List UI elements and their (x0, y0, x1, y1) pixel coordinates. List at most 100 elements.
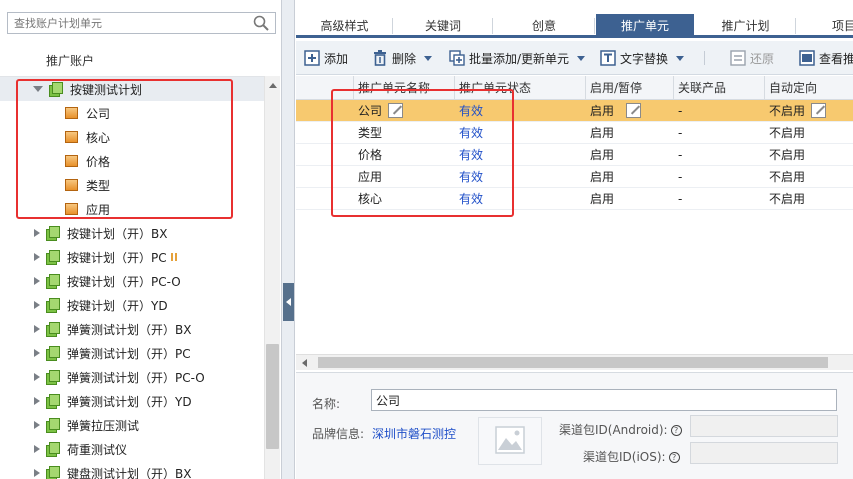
expand-icon[interactable] (34, 325, 40, 333)
tree-plan[interactable]: 按键计划（开）YD (0, 293, 264, 317)
expand-icon[interactable] (34, 373, 40, 381)
grid-row[interactable]: 应用 有效 启用 - 不启用 (296, 166, 853, 188)
scroll-thumb[interactable] (318, 357, 828, 368)
grid-row[interactable]: 公司 有效 启用 - 不启用 (296, 100, 853, 122)
help-icon[interactable]: ? (668, 452, 680, 463)
tree-plan[interactable]: 按键计划（开）PC (0, 245, 264, 269)
cell-unit-name[interactable]: 价格 (354, 144, 382, 166)
tree-plan[interactable]: 弹簧拉压测试 (0, 413, 264, 437)
tree-plan[interactable]: 弹簧测试计划（开）BX (0, 317, 264, 341)
expand-icon[interactable] (34, 469, 40, 477)
tree-plan[interactable]: 按键测试计划 (0, 77, 264, 101)
edit-icon[interactable] (626, 103, 642, 118)
tab-creatives[interactable]: 创意 (493, 14, 595, 38)
add-button[interactable]: 添加 (304, 41, 348, 75)
cell-enable-pause[interactable]: 启用 (586, 166, 614, 188)
cell-unit-name[interactable]: 核心 (354, 188, 382, 210)
edit-icon[interactable] (811, 103, 827, 118)
cell-unit-status[interactable]: 有效 (455, 188, 483, 210)
help-icon[interactable]: ? (670, 425, 682, 436)
view-button[interactable]: 查看推 (799, 41, 853, 75)
tree-plan[interactable]: 按键计划（开）PC-O (0, 269, 264, 293)
header-enable-pause[interactable]: 启用/暂停 (586, 76, 674, 100)
tree-unit[interactable]: 类型 (0, 173, 264, 197)
cell-auto-targeting[interactable]: 不启用 (765, 166, 805, 188)
grid-row[interactable]: 核心 有效 启用 - 不启用 (296, 188, 853, 210)
tree-plan[interactable]: 按键计划（开）BX (0, 221, 264, 245)
panel-splitter[interactable] (282, 0, 295, 479)
chevron-down-icon[interactable] (676, 55, 685, 61)
tree-plan[interactable]: 键盘测试计划（开）BX (0, 461, 264, 479)
tree-vertical-scrollbar[interactable] (264, 76, 280, 479)
expand-icon[interactable] (34, 349, 40, 357)
cell-auto-targeting[interactable]: 不启用 (765, 144, 805, 166)
grid-row[interactable]: 价格 有效 启用 - 不启用 (296, 144, 853, 166)
search-icon[interactable] (253, 15, 269, 31)
expand-icon[interactable] (34, 445, 40, 453)
cell-auto-targeting[interactable]: 不启用 (765, 188, 805, 210)
header-unit-name[interactable]: 推广单元名称 (354, 76, 455, 100)
expand-icon[interactable] (34, 277, 40, 285)
scroll-left-icon[interactable] (302, 359, 307, 367)
brand-image-placeholder[interactable] (478, 417, 542, 465)
brand-link[interactable]: 深圳市磐石测控 (372, 425, 456, 442)
expand-icon[interactable] (34, 421, 40, 429)
edit-icon[interactable] (388, 103, 404, 118)
text-replace-button[interactable]: 文字替换 (600, 41, 685, 75)
collapse-panel-icon[interactable] (283, 283, 294, 321)
tree-plan[interactable]: 弹簧测试计划（开）PC (0, 341, 264, 365)
restore-button[interactable]: 还原 (730, 41, 774, 75)
tree-unit[interactable]: 核心 (0, 125, 264, 149)
header-linked-product[interactable]: 关联产品 (674, 76, 765, 100)
scroll-up-icon[interactable] (269, 83, 277, 88)
cell-unit-name[interactable]: 类型 (354, 122, 382, 144)
cell-unit-status[interactable]: 有效 (455, 144, 483, 166)
grid-row[interactable]: 类型 有效 启用 - 不启用 (296, 122, 853, 144)
tree-unit[interactable]: 价格 (0, 149, 264, 173)
tree-search-box[interactable] (7, 12, 276, 34)
expand-icon[interactable] (34, 253, 40, 261)
tree-label: 弹簧测试计划（开）YD (67, 394, 192, 409)
expand-icon[interactable] (34, 397, 40, 405)
cell-auto-targeting[interactable]: 不启用 (765, 100, 853, 122)
header-auto-targeting[interactable]: 自动定向 (765, 76, 853, 100)
tree-unit[interactable]: 应用 (0, 197, 264, 221)
tab-keywords[interactable]: 关键词 (393, 14, 493, 38)
cell-enable-pause[interactable]: 启用 (586, 144, 614, 166)
cell-linked-product: - (678, 104, 683, 118)
scroll-thumb[interactable] (266, 344, 279, 449)
cell-unit-name[interactable]: 应用 (354, 166, 382, 188)
cell-linked-product: - (678, 126, 683, 140)
tree-plan[interactable]: 荷重测试仪 (0, 437, 264, 461)
cell-unit-status[interactable]: 有效 (455, 122, 483, 144)
grid-horizontal-scrollbar[interactable] (296, 354, 853, 370)
chevron-down-icon[interactable] (577, 55, 586, 61)
expand-icon[interactable] (34, 229, 40, 237)
cell-enable-pause[interactable]: 启用 (586, 122, 614, 144)
tree-label: 弹簧测试计划（开）PC-O (67, 370, 205, 385)
view-icon (799, 50, 815, 66)
expand-icon[interactable] (34, 301, 40, 309)
tab-ad-units[interactable]: 推广单元 (596, 14, 694, 38)
cell-unit-status[interactable]: 有效 (455, 100, 586, 122)
batch-add-update-button[interactable]: 批量添加/更新单元 (449, 41, 586, 75)
tab-campaigns[interactable]: 推广计划 (695, 14, 796, 38)
cell-auto-targeting[interactable]: 不启用 (765, 122, 805, 144)
cell-unit-status[interactable]: 有效 (455, 166, 483, 188)
cell-enable-pause[interactable]: 启用 (586, 100, 674, 122)
name-field[interactable] (371, 389, 837, 411)
tree-plan[interactable]: 弹簧测试计划（开）YD (0, 389, 264, 413)
header-unit-status[interactable]: 推广单元状态 (455, 76, 586, 100)
plan-icon (45, 370, 60, 385)
tree-plan[interactable]: 弹簧测试计划（开）PC-O (0, 365, 264, 389)
account-label[interactable]: 推广账户 (46, 52, 94, 69)
tab-advanced-style[interactable]: 高级样式 (296, 14, 393, 38)
tree-unit[interactable]: 公司 (0, 101, 264, 125)
collapse-icon[interactable] (33, 86, 43, 92)
chevron-down-icon[interactable] (424, 55, 433, 61)
cell-enable-pause[interactable]: 启用 (586, 188, 614, 210)
tree-search-input[interactable] (8, 13, 248, 33)
tab-projects[interactable]: 项目 (796, 14, 853, 38)
delete-button[interactable]: 删除 (372, 41, 433, 75)
cell-unit-name[interactable]: 公司 (354, 100, 455, 122)
